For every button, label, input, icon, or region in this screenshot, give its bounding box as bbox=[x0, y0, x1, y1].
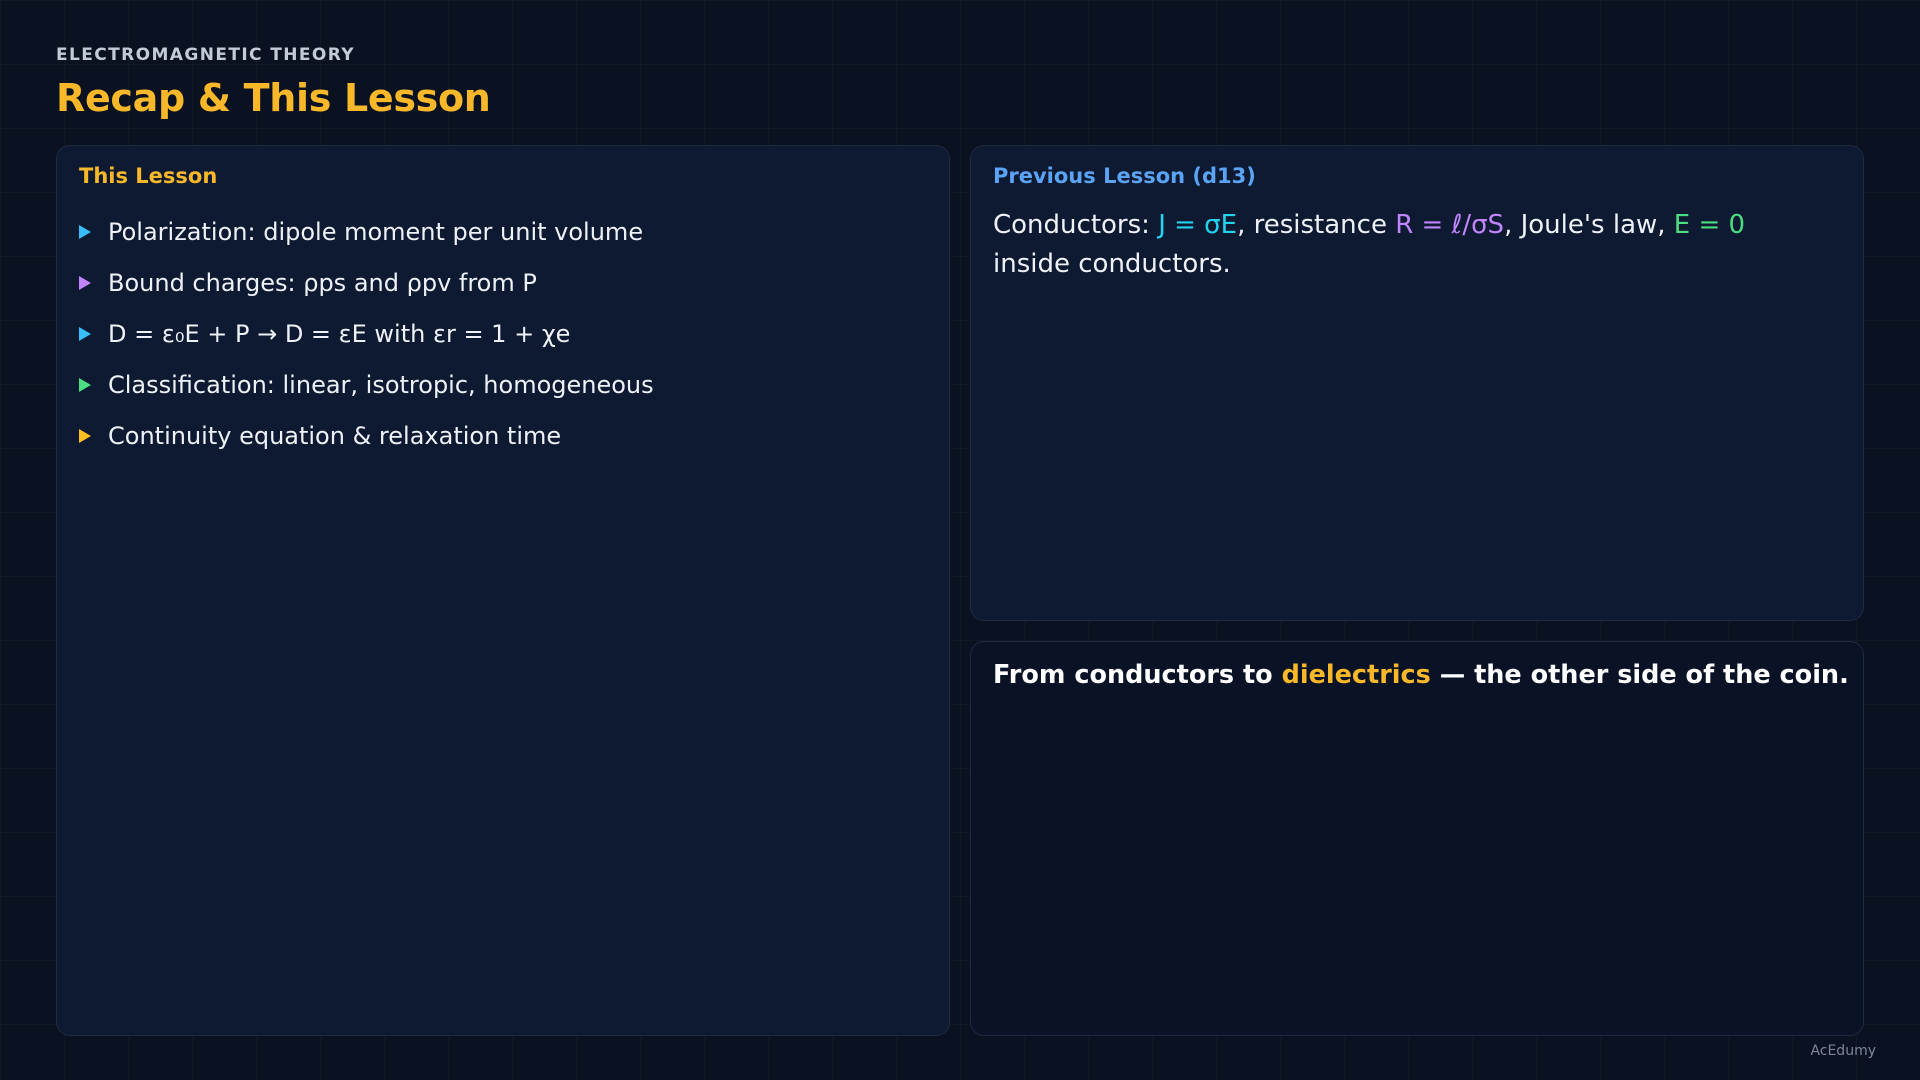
bridge-panel: From conductors to dielectrics — the oth… bbox=[970, 641, 1864, 1036]
resistance-formula: R = ℓ/σS bbox=[1395, 210, 1505, 240]
list-item: Polarization: dipole moment per unit vol… bbox=[79, 206, 654, 257]
page-title: Recap & This Lesson bbox=[56, 76, 491, 120]
summary-text: Conductors: bbox=[993, 210, 1159, 240]
brand-watermark: AcEdumy bbox=[1810, 1043, 1876, 1059]
field-inside-formula: E = 0 bbox=[1673, 210, 1746, 240]
previous-lesson-panel: Previous Lesson (d13) Conductors: J = σE… bbox=[970, 145, 1864, 621]
list-item: Bound charges: ρps and ρpv from P bbox=[79, 257, 654, 308]
this-lesson-heading: This Lesson bbox=[79, 164, 218, 188]
list-item-text: Polarization: dipole moment per unit vol… bbox=[108, 217, 644, 246]
list-item-text: Classification: linear, isotropic, homog… bbox=[108, 370, 654, 399]
triangle-bullet-icon bbox=[79, 377, 91, 392]
bridge-text: — the other side of the coin. bbox=[1430, 660, 1849, 690]
triangle-bullet-icon bbox=[79, 275, 91, 290]
list-item: Continuity equation & relaxation time bbox=[79, 410, 654, 461]
this-lesson-panel: This Lesson Polarization: dipole moment … bbox=[56, 145, 950, 1036]
bridge-text: From conductors to bbox=[993, 660, 1282, 690]
current-density-formula: J = σE bbox=[1158, 210, 1238, 240]
subject-label: ELECTROMAGNETIC THEORY bbox=[56, 45, 356, 65]
highlight-term: dielectrics bbox=[1281, 660, 1431, 690]
list-item-text: D = ε₀E + P → D = εE with εr = 1 + χe bbox=[108, 319, 571, 348]
triangle-bullet-icon bbox=[79, 428, 91, 443]
list-item-text: Bound charges: ρps and ρpv from P bbox=[108, 268, 537, 297]
bridge-statement: From conductors to dielectrics — the oth… bbox=[993, 660, 1853, 690]
this-lesson-list: Polarization: dipole moment per unit vol… bbox=[79, 206, 654, 461]
triangle-bullet-icon bbox=[79, 326, 91, 341]
summary-text: , Joule's law, bbox=[1504, 210, 1674, 240]
summary-text: , resistance bbox=[1237, 210, 1396, 240]
previous-lesson-summary: Conductors: J = σE, resistance R = ℓ/σS,… bbox=[993, 206, 1823, 284]
previous-lesson-heading: Previous Lesson (d13) bbox=[993, 164, 1256, 188]
list-item-text: Continuity equation & relaxation time bbox=[108, 421, 562, 450]
list-item: Classification: linear, isotropic, homog… bbox=[79, 359, 654, 410]
list-item: D = ε₀E + P → D = εE with εr = 1 + χe bbox=[79, 308, 654, 359]
triangle-bullet-icon bbox=[79, 224, 91, 239]
summary-text: inside conductors. bbox=[993, 249, 1231, 279]
